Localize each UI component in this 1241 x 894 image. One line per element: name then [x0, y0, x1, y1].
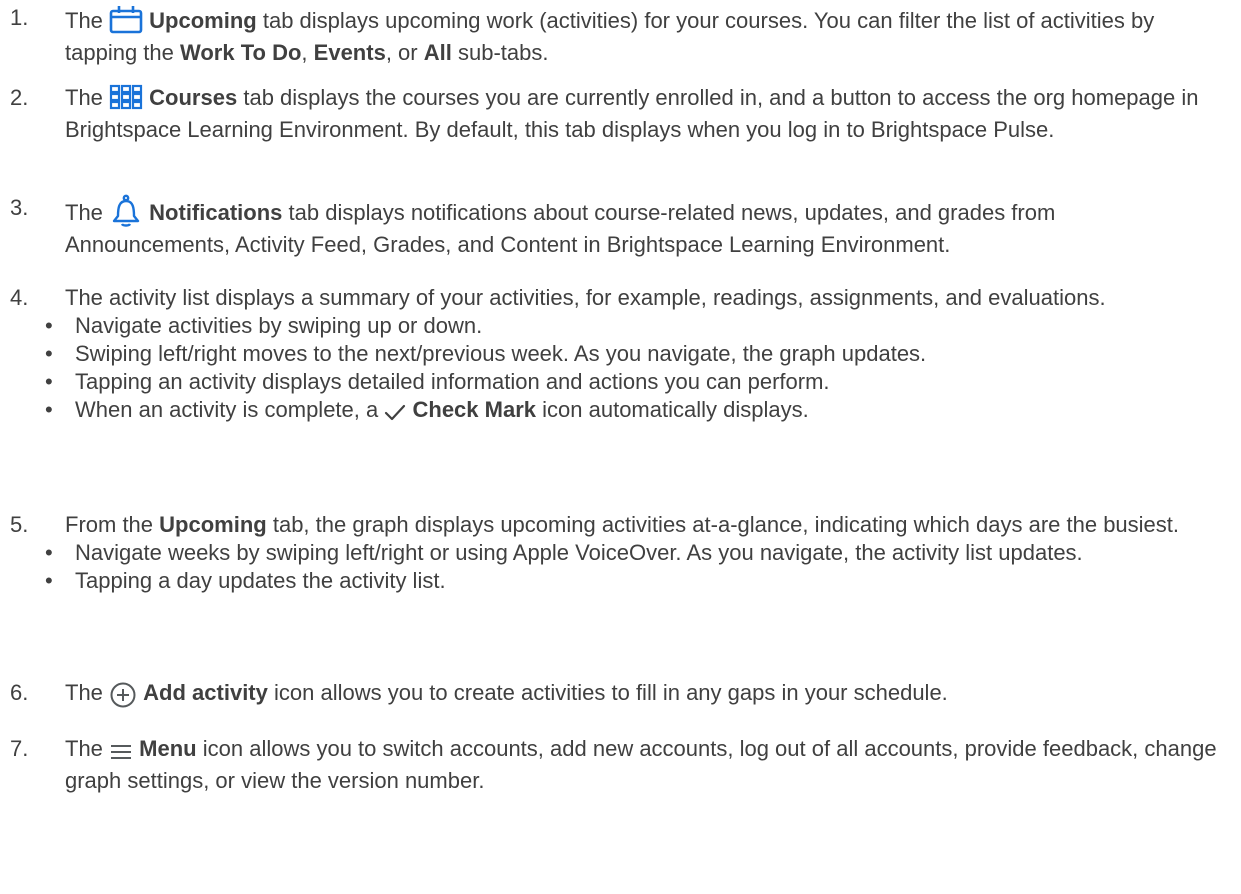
- menu-label: Menu: [139, 736, 197, 761]
- separator: , or: [385, 40, 418, 65]
- subtab-events: Events: [313, 40, 386, 65]
- menu-icon: [109, 739, 133, 767]
- list-item-add-activity: 6. The Add activity icon allows you to c…: [0, 679, 1241, 711]
- add-circle-icon: [109, 681, 137, 711]
- item-text: sub-tabs.: [457, 40, 549, 65]
- bullet-text: Navigate activities by swiping up or dow…: [75, 313, 483, 338]
- item-number: 1.: [10, 5, 29, 30]
- bullet-dot: •: [45, 341, 53, 366]
- list-item-upcoming: 1. The Upcoming tab displays upcoming wo…: [0, 4, 1241, 67]
- check-mark-icon: [384, 400, 406, 428]
- subtab-all: All: [423, 40, 452, 65]
- bullet-dot: •: [45, 540, 53, 565]
- item-number: 5.: [10, 512, 29, 537]
- item-number: 7.: [10, 736, 29, 761]
- bullet-item: • When an activity is complete, a Check …: [45, 396, 1155, 428]
- item-text: The: [65, 736, 103, 761]
- item-text: The activity list displays a summary of …: [65, 285, 1106, 310]
- graph-bullets: • Navigate weeks by swiping left/right or…: [0, 539, 1241, 595]
- tab-name-notifications: Notifications: [149, 200, 283, 225]
- bullet-text: Navigate weeks by swiping left/right or …: [75, 540, 1083, 565]
- tab-name-upcoming: Upcoming: [159, 512, 267, 537]
- tab-name-courses: Courses: [149, 85, 238, 110]
- subtab-work-to-do: Work To Do: [180, 40, 302, 65]
- bullet-item: • Navigate activities by swiping up or do…: [45, 312, 1155, 340]
- bullet-item: • Tapping an activity displays detailed i…: [45, 368, 1155, 396]
- item-text: The: [65, 8, 103, 33]
- bullet-text: icon automatically displays.: [542, 397, 809, 422]
- list-item-notifications: 3. The Notifications tab displays notifi…: [0, 194, 1241, 259]
- bullet-dot: •: [45, 313, 53, 338]
- list-item-menu: 7. The Menu icon allows you to switch ac…: [0, 735, 1241, 795]
- bullet-item: • Navigate weeks by swiping left/right or…: [45, 539, 1155, 567]
- add-activity-label: Add activity: [143, 680, 268, 705]
- bullet-item: • Tapping a day updates the activity list…: [45, 567, 1155, 595]
- bullet-dot: •: [45, 397, 53, 422]
- bullet-text: Tapping an activity displays detailed in…: [75, 369, 830, 394]
- item-text: icon allows you to switch accounts, add …: [65, 736, 1217, 793]
- tab-name-upcoming: Upcoming: [149, 8, 257, 33]
- check-mark-label: Check Mark: [412, 397, 537, 422]
- item-number: 3.: [10, 195, 29, 220]
- item-text: tab, the graph displays upcoming activit…: [272, 512, 1180, 537]
- grid-icon: [109, 84, 143, 116]
- bullet-item: • Swiping left/right moves to the next/pr…: [45, 340, 1155, 368]
- bell-icon: [109, 194, 143, 231]
- list-item-graph: 5. From the Upcoming tab, the graph disp…: [0, 511, 1241, 595]
- list-item-activity-list: 4. The activity list displays a summary …: [0, 284, 1241, 428]
- help-document: 1. The Upcoming tab displays upcoming wo…: [0, 0, 1241, 894]
- item-text: The: [65, 680, 103, 705]
- bullet-text: Tapping a day updates the activity list.: [75, 568, 446, 593]
- item-number: 6.: [10, 680, 29, 705]
- bullet-text: Swiping left/right moves to the next/pre…: [75, 341, 927, 366]
- activity-list-bullets: • Navigate activities by swiping up or do…: [0, 312, 1241, 428]
- item-text: icon allows you to create activities to …: [274, 680, 948, 705]
- bullet-dot: •: [45, 369, 53, 394]
- item-number: 2.: [10, 85, 29, 110]
- separator: ,: [301, 40, 308, 65]
- calendar-icon: [109, 4, 143, 39]
- item-text: From the: [65, 512, 154, 537]
- item-number: 4.: [10, 285, 29, 310]
- item-text: The: [65, 85, 103, 110]
- list-item-courses: 2. The Courses tab displays the courses …: [0, 84, 1241, 144]
- bullet-dot: •: [45, 568, 53, 593]
- bullet-text: When an activity is complete, a: [75, 397, 379, 422]
- item-text: The: [65, 200, 103, 225]
